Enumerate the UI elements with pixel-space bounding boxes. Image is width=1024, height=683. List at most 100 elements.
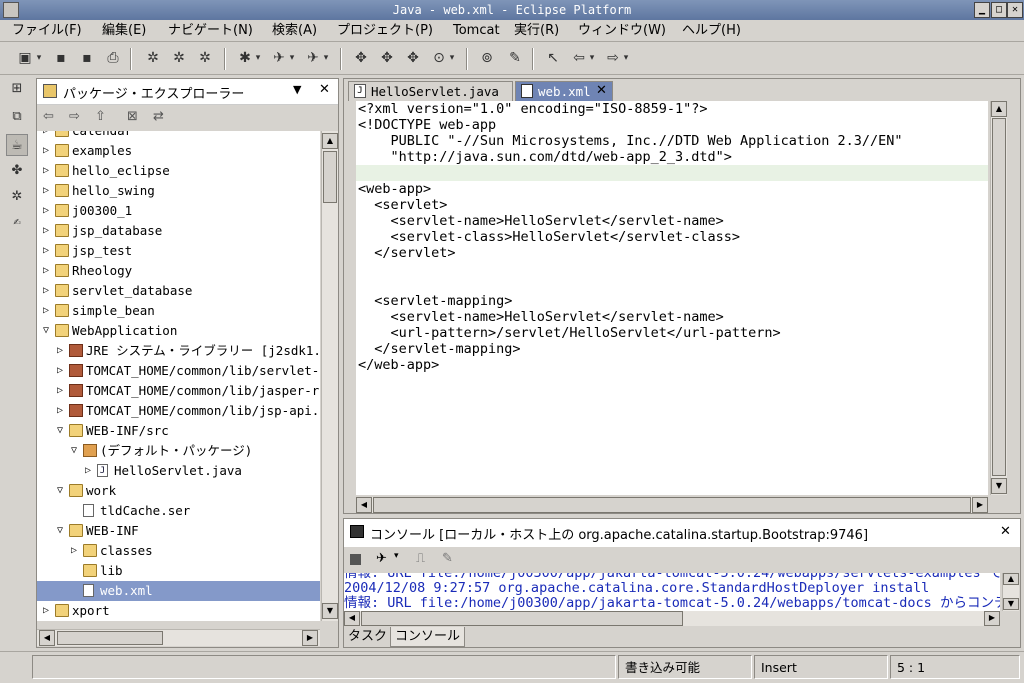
scroll-right-icon[interactable]: ▶ (972, 497, 988, 513)
tree-item[interactable]: ▷ calendar (37, 131, 320, 141)
run-icon[interactable]: ✈ (270, 49, 288, 67)
tab-helloservlet-java[interactable]: J HelloServlet.java (348, 81, 513, 101)
tree-item[interactable]: ▷ J HelloServlet.java (37, 461, 320, 481)
collapse-icon[interactable]: ▽ (55, 481, 65, 501)
tomcat-restart-icon[interactable]: ✲ (196, 49, 214, 67)
menu-window[interactable]: ウィンドウ(W) (578, 20, 666, 42)
tree-item[interactable]: ▽ WEB-INF (37, 521, 320, 541)
expand-icon[interactable]: ▷ (41, 161, 51, 181)
expand-icon[interactable]: ▷ (55, 401, 65, 421)
expand-icon[interactable]: ▷ (41, 241, 51, 261)
expand-icon[interactable]: ▷ (41, 131, 51, 141)
scroll-left-icon[interactable]: ◀ (39, 630, 55, 646)
scroll-right-icon[interactable]: ▶ (984, 611, 1000, 626)
menu-file[interactable]: ファイル(F) (12, 20, 82, 42)
tree-item[interactable]: ▷ hello_swing (37, 181, 320, 201)
collapse-icon[interactable]: ▽ (55, 421, 65, 441)
pen-icon[interactable]: ✎ (506, 49, 524, 67)
collapse-all-icon[interactable]: ⊠ (127, 109, 138, 124)
close-console-icon[interactable]: ✕ (1000, 524, 1011, 539)
scroll-up-icon[interactable]: ▲ (1003, 573, 1019, 585)
terminate-icon[interactable] (350, 554, 361, 565)
debug-icon[interactable]: ✱ (236, 49, 254, 67)
console-horizontal-scrollbar[interactable]: ◀ ▶ (344, 611, 1000, 626)
scroll-thumb[interactable] (992, 118, 1006, 476)
search-icon[interactable]: ⊚ (478, 49, 496, 67)
browsing-perspective-icon[interactable]: ✤ (6, 160, 28, 182)
forward-icon[interactable]: ⇨ (604, 49, 622, 67)
tomcat-start-icon[interactable]: ✲ (144, 49, 162, 67)
resource-perspective-icon[interactable]: ⧉ (6, 106, 28, 128)
expand-icon[interactable]: ▷ (41, 261, 51, 281)
collapse-icon[interactable]: ▽ (69, 441, 79, 461)
tree-item[interactable]: ▷ servlet_database (37, 281, 320, 301)
tree-item[interactable]: ▷ classes (37, 541, 320, 561)
run-dropdown-icon[interactable]: ▾ (288, 49, 296, 67)
editor-vertical-scrollbar[interactable]: ▲ ▼ (990, 101, 1007, 495)
debug-dropdown-icon[interactable]: ▾ (254, 49, 262, 67)
back-icon[interactable]: ⇦ (43, 109, 54, 124)
open-perspective-icon[interactable]: ⊞ (6, 78, 28, 100)
menu-navigate[interactable]: ナビゲート(N) (168, 20, 253, 42)
tree-item[interactable]: ▷ TOMCAT_HOME/common/lib/jasper-runt (37, 381, 320, 401)
expand-icon[interactable]: ▷ (41, 281, 51, 301)
tree-item[interactable]: ▷ j00300_1 (37, 201, 320, 221)
last-edit-icon[interactable]: ↖ (544, 49, 562, 67)
tree-item[interactable]: ▷ simple_bean (37, 301, 320, 321)
scroll-left-icon[interactable]: ◀ (356, 497, 372, 513)
java-perspective-icon[interactable]: ☕ (6, 134, 28, 156)
window-menu-icon[interactable] (3, 2, 19, 18)
tree-horizontal-scrollbar[interactable]: ◀ ▶ (37, 629, 320, 646)
edit-perspective-icon[interactable]: ✍ (6, 212, 28, 234)
h-scroll-thumb[interactable] (373, 497, 971, 513)
tree-item[interactable]: ▷ TOMCAT_HOME/common/lib/servlet-ap (37, 361, 320, 381)
menu-tomcat[interactable]: Tomcat (453, 20, 500, 42)
tree-item[interactable]: ▽ WebApplication (37, 321, 320, 341)
tree-item[interactable]: web.xml (37, 581, 320, 601)
tree-item[interactable]: tldCache.ser (37, 501, 320, 521)
scroll-right-icon[interactable]: ▶ (302, 630, 318, 646)
menu-run[interactable]: 実行(R) (514, 20, 559, 42)
collapse-icon[interactable]: ▽ (55, 521, 65, 541)
new-java-project-icon[interactable]: ✥ (352, 49, 370, 67)
scroll-down-icon[interactable]: ▼ (991, 478, 1007, 494)
back-icon[interactable]: ⇦ (570, 49, 588, 67)
console-output[interactable]: 情報: URL file:/home/j00300/app/jakarta-to… (344, 573, 1000, 611)
external-tools-icon[interactable]: ✈ (304, 49, 322, 67)
display-selected-console-icon[interactable]: ✈ (376, 551, 387, 566)
save-all-icon[interactable]: ▪ (78, 49, 96, 67)
scroll-down-icon[interactable]: ▼ (1003, 598, 1019, 610)
maximize-icon[interactable]: □ (991, 2, 1007, 18)
expand-icon[interactable]: ▷ (55, 361, 65, 381)
expand-icon[interactable]: ▷ (41, 141, 51, 161)
expand-icon[interactable]: ▷ (41, 221, 51, 241)
tree-item[interactable]: ▽ work (37, 481, 320, 501)
close-window-icon[interactable]: ✕ (1007, 2, 1023, 18)
expand-icon[interactable]: ▷ (83, 461, 93, 481)
console-dropdown-icon[interactable]: ▾ (394, 551, 399, 561)
new-class-icon[interactable]: ✥ (404, 49, 422, 67)
tree-item[interactable]: ▷ examples (37, 141, 320, 161)
tree-vertical-scrollbar[interactable]: ▲ ▼ (321, 131, 338, 621)
debug-perspective-icon[interactable]: ✲ (6, 186, 28, 208)
open-type-icon[interactable]: ⊙ (430, 49, 448, 67)
back-dropdown-icon[interactable]: ▾ (588, 49, 596, 67)
expand-icon[interactable]: ▷ (55, 381, 65, 401)
forward-icon[interactable]: ⇨ (69, 109, 80, 124)
close-view-icon[interactable]: ✕ (319, 82, 330, 97)
scroll-thumb[interactable] (323, 151, 337, 203)
new-package-icon[interactable]: ✥ (378, 49, 396, 67)
tree-item[interactable]: ▽ (デフォルト・パッケージ) (37, 441, 320, 461)
tree-item[interactable]: ▷ xport (37, 601, 320, 621)
print-icon[interactable]: ⎙ (104, 49, 122, 67)
open-type-dropdown-icon[interactable]: ▾ (448, 49, 456, 67)
code-text-area[interactable]: <?xml version="1.0" encoding="ISO-8859-1… (356, 101, 988, 495)
tree-item[interactable]: ▽ WEB-INF/src (37, 421, 320, 441)
expand-icon[interactable]: ▷ (41, 181, 51, 201)
scroll-down-icon[interactable]: ▼ (322, 603, 338, 619)
new-icon[interactable]: ▣ (16, 49, 34, 67)
expand-icon[interactable]: ▷ (41, 201, 51, 221)
expand-icon[interactable]: ▷ (69, 541, 79, 561)
tab-tasks[interactable]: タスク (344, 627, 393, 647)
expand-icon[interactable]: ▷ (55, 341, 65, 361)
